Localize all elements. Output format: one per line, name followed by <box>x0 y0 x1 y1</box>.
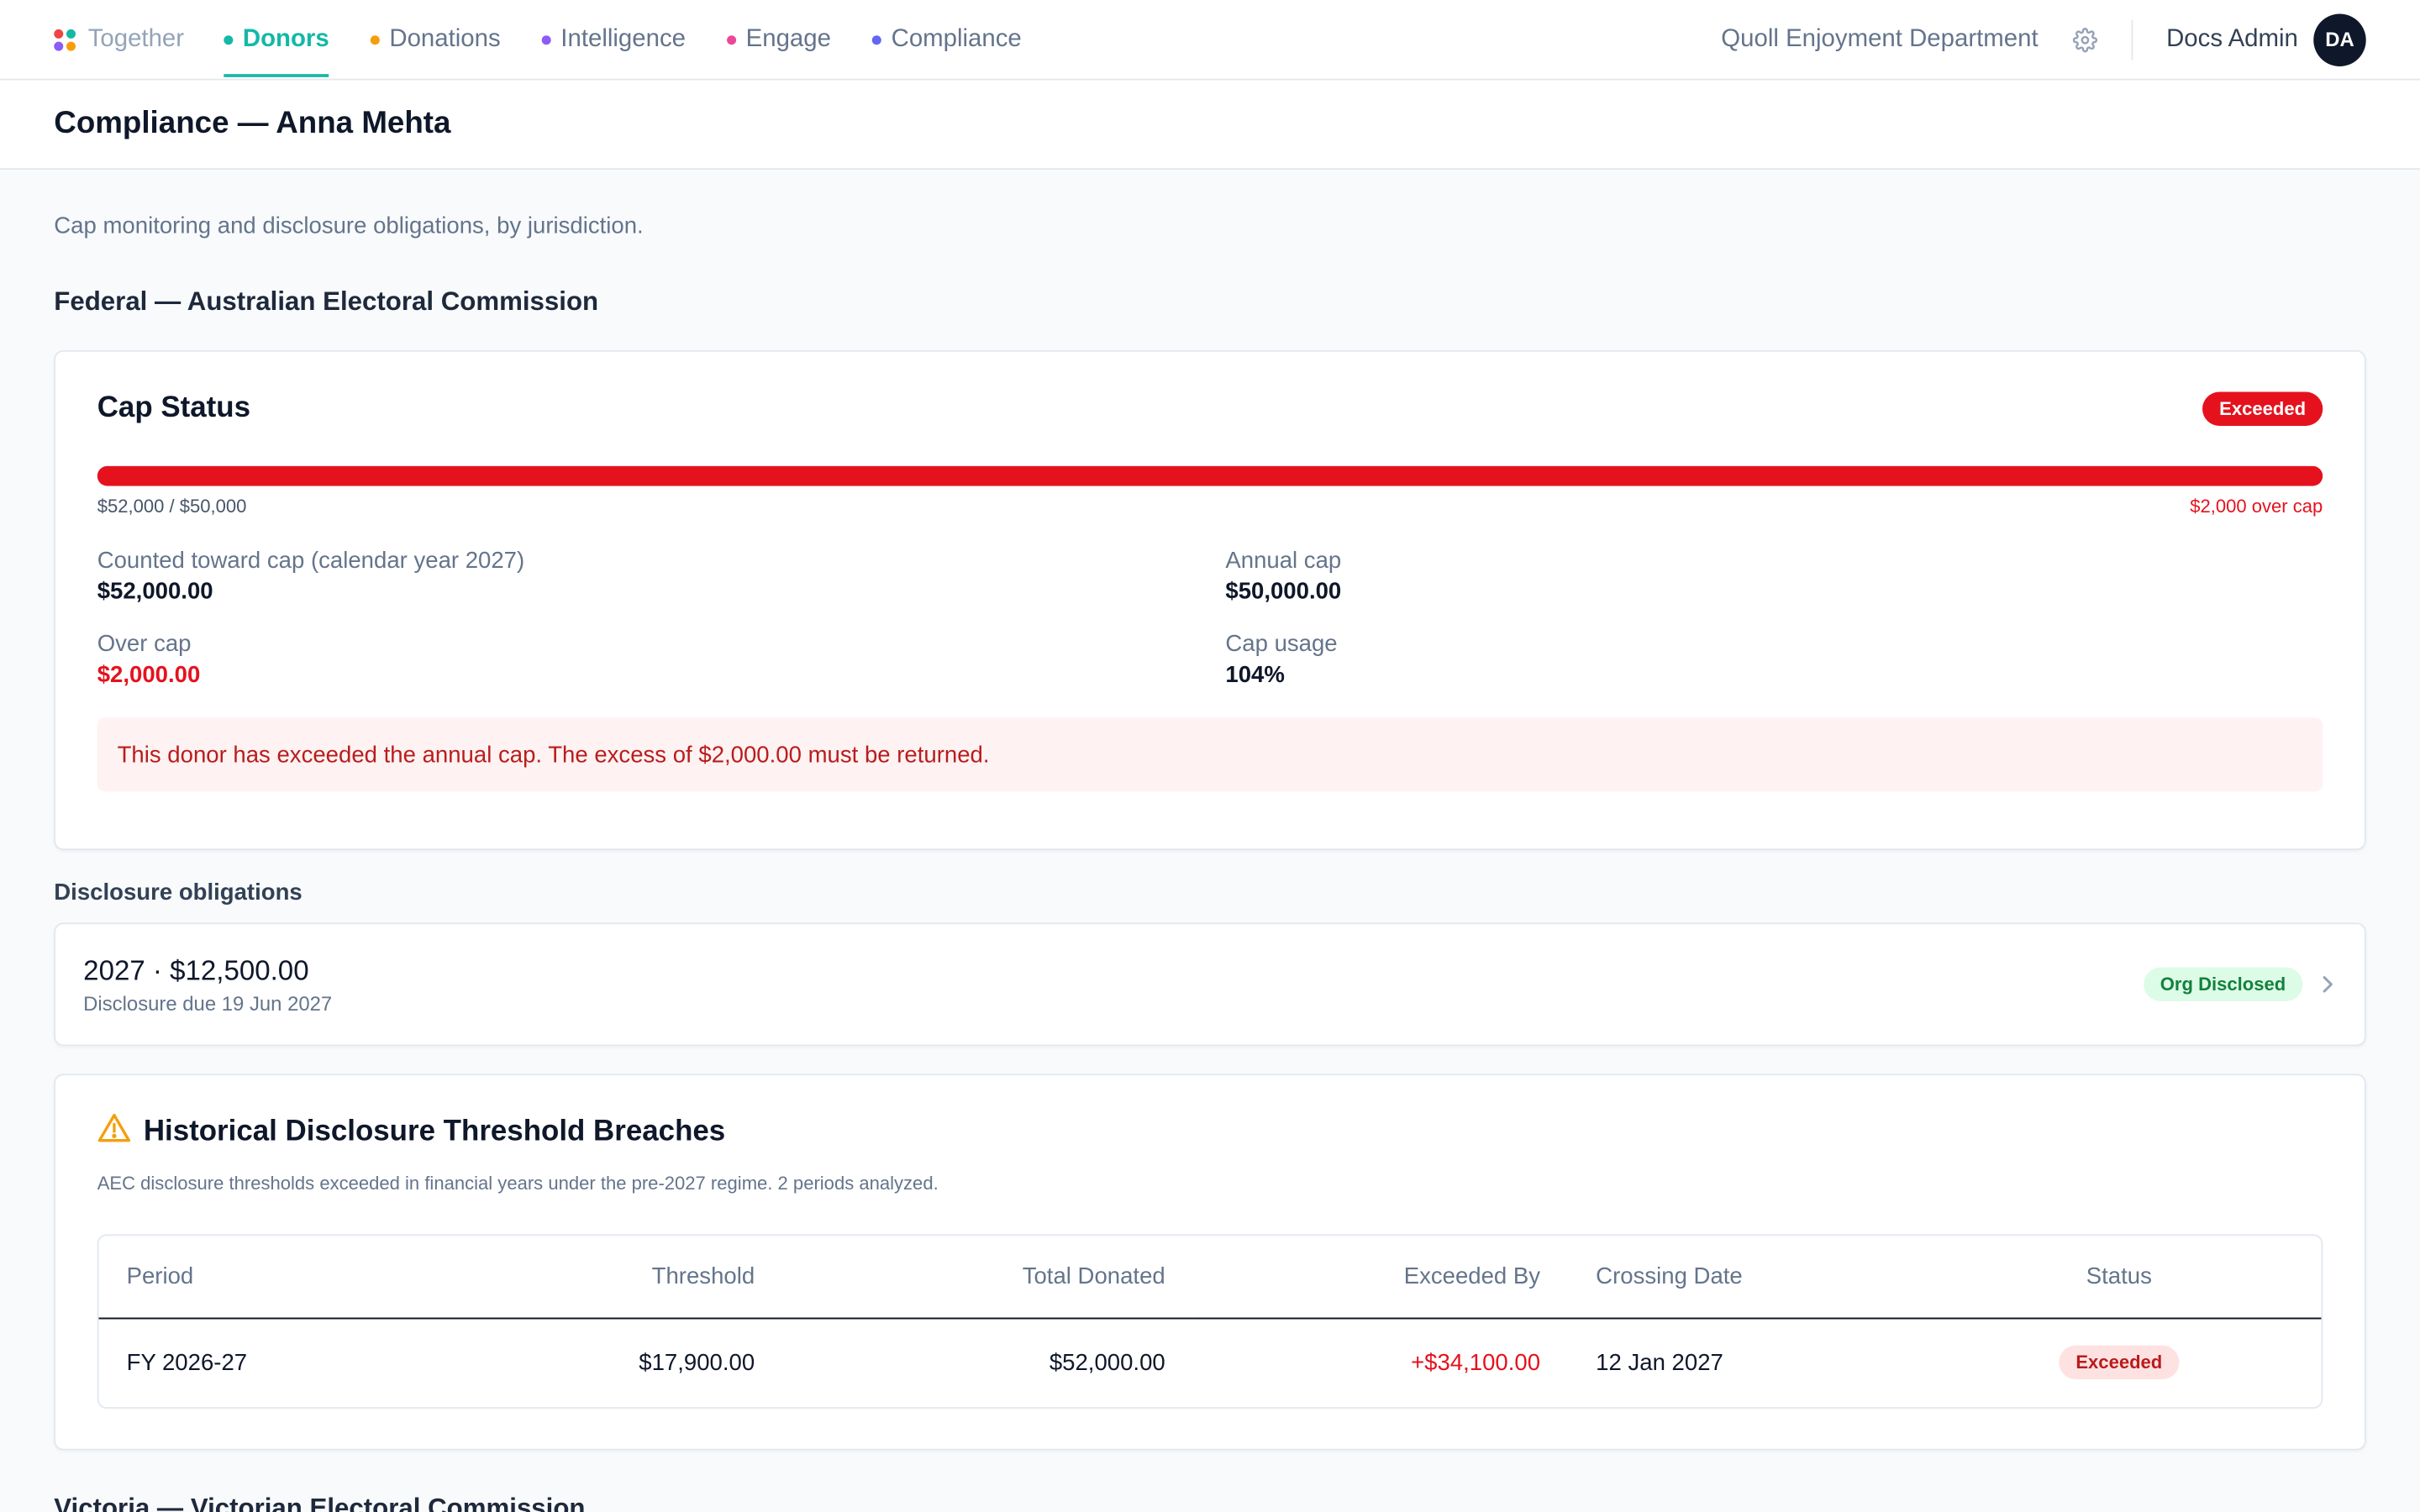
nav-item-label: Donors <box>242 25 329 52</box>
nav-item-engage[interactable]: Engage <box>727 0 831 80</box>
nav-divider <box>2130 18 2133 60</box>
stat-label: Cap usage <box>1225 631 1338 658</box>
section-title-federal: Federal — Australian Electoral Commissio… <box>54 286 599 317</box>
cap-status-header: Cap Status Exceeded <box>97 391 2323 426</box>
cap-status-card: Cap Status Exceeded $52,000 / $50,000 $2… <box>54 349 2366 851</box>
column-header: Status <box>2086 1263 2152 1290</box>
page-header: Compliance — Anna Mehta <box>0 80 2420 171</box>
brand-logo-icon <box>54 28 76 50</box>
brand-dot <box>66 40 76 50</box>
nav-dot-icon <box>224 34 234 45</box>
brand[interactable]: Together <box>54 0 184 80</box>
cap-over-amount: $2,000 over cap <box>2190 495 2323 517</box>
user-name[interactable]: Docs Admin <box>2166 25 2298 53</box>
disclosure-due: Disclosure due 19 Jun 2027 <box>83 991 333 1015</box>
historical-subtitle: AEC disclosure thresholds exceeded in fi… <box>97 1172 939 1194</box>
historical-header: Historical Disclosure Threshold Breaches <box>97 1112 2323 1151</box>
cell-crossing-date: 12 Jan 2027 <box>1596 1349 1723 1376</box>
nav-item-intelligence[interactable]: Intelligence <box>542 0 686 80</box>
disclosure-title: 2027 · $12,500.00 <box>83 954 309 985</box>
breaches-table: Period Threshold Total Donated Exceeded … <box>97 1234 2323 1409</box>
nav-dot-icon <box>371 34 381 45</box>
stat-value: $2,000.00 <box>97 661 201 689</box>
stat-cap-usage: Cap usage 104% <box>1225 631 2323 688</box>
brand-dot <box>54 40 64 50</box>
cap-status-title: Cap Status <box>97 391 251 425</box>
stat-value: $52,000.00 <box>97 578 213 606</box>
column-header: Threshold <box>651 1263 755 1290</box>
warning-icon <box>97 1112 131 1151</box>
cap-progress-amount: $52,000 / $50,000 <box>97 495 247 517</box>
status-badge: Exceeded <box>2059 1346 2180 1380</box>
nav-item-label: Compliance <box>891 25 1022 52</box>
cell-threshold: $17,900.00 <box>639 1349 755 1376</box>
page-subtitle: Cap monitoring and disclosure obligation… <box>54 213 644 239</box>
cap-progress-labels: $52,000 / $50,000 $2,000 over cap <box>97 496 2323 517</box>
cell-exceeded-by: +$34,100.00 <box>1411 1349 1541 1376</box>
stat-value: 104% <box>1225 661 1285 689</box>
nav-right: Quoll Enjoyment Department Docs Admin DA <box>1721 0 2366 80</box>
stat-counted: Counted toward cap (calendar year 2027) … <box>97 548 1226 605</box>
column-header: Period <box>126 1263 194 1290</box>
avatar[interactable]: DA <box>2313 13 2366 66</box>
disclosure-item[interactable]: 2027 · $12,500.00 Disclosure due 19 Jun … <box>54 922 2366 1047</box>
disclosure-heading: Disclosure obligations <box>54 879 302 906</box>
nav-item-compliance[interactable]: Compliance <box>872 0 1022 80</box>
nav-item-label: Intelligence <box>560 25 686 52</box>
section-title-victoria: Victoria — Victorian Electoral Commissio… <box>54 1493 586 1512</box>
table-header-row: Period Threshold Total Donated Exceeded … <box>98 1236 2322 1318</box>
cap-progress-fill <box>97 465 2323 486</box>
top-nav: Together Donors Donations Intelligence E… <box>0 0 2420 81</box>
stat-label: Annual cap <box>1225 548 1342 575</box>
stat-label: Over cap <box>97 631 192 658</box>
stat-annual-cap: Annual cap $50,000.00 <box>1225 548 2323 605</box>
stat-label: Counted toward cap (calendar year 2027) <box>97 548 525 575</box>
nav-item-label: Donations <box>389 25 501 52</box>
cell-period: FY 2026-27 <box>126 1349 248 1376</box>
brand-name: Together <box>87 25 185 52</box>
nav-dot-icon <box>542 34 552 45</box>
main-content: Cap monitoring and disclosure obligation… <box>0 213 2420 1512</box>
cap-exceeded-alert: This donor has exceeded the annual cap. … <box>97 717 2323 792</box>
nav-item-donors[interactable]: Donors <box>224 0 329 80</box>
cap-progress-bar <box>97 465 2323 486</box>
chevron-right-icon <box>2321 975 2336 994</box>
column-header: Total Donated <box>1022 1263 1165 1290</box>
historical-breaches-card: Historical Disclosure Threshold Breaches… <box>54 1074 2366 1451</box>
column-header: Exceeded By <box>1403 1263 1541 1290</box>
table-row: FY 2026-27 $17,900.00 $52,000.00 +$34,10… <box>99 1318 2322 1408</box>
status-badge: Org Disclosed <box>2143 967 2303 1002</box>
cell-total-donated: $52,000.00 <box>1049 1349 1165 1376</box>
stat-value: $50,000.00 <box>1225 578 1342 606</box>
nav-item-label: Engage <box>745 25 831 52</box>
org-switcher[interactable]: Quoll Enjoyment Department <box>1721 25 2038 53</box>
column-header: Crossing Date <box>1596 1263 1743 1290</box>
brand-dot <box>54 28 64 39</box>
cell-status: Exceeded <box>1917 1318 2321 1408</box>
nav-left: Together Donors Donations Intelligence E… <box>54 0 1063 80</box>
nav-item-donations[interactable]: Donations <box>371 0 501 80</box>
brand-dot <box>66 28 76 39</box>
historical-title: Historical Disclosure Threshold Breaches <box>143 1115 726 1147</box>
disclosure-info: 2027 · $12,500.00 Disclosure due 19 Jun … <box>83 954 332 1015</box>
cap-stats-grid: Counted toward cap (calendar year 2027) … <box>97 548 2323 688</box>
page-title: Compliance — Anna Mehta <box>54 106 451 141</box>
nav-dot-icon <box>872 34 882 45</box>
disclosure-status: Org Disclosed <box>2143 967 2337 1002</box>
app-root: Together Donors Donations Intelligence E… <box>0 0 2420 1512</box>
status-badge: Exceeded <box>2202 391 2323 426</box>
stat-over-cap: Over cap $2,000.00 <box>97 631 1226 688</box>
nav-dot-icon <box>727 34 737 45</box>
gear-icon[interactable] <box>2072 27 2097 52</box>
